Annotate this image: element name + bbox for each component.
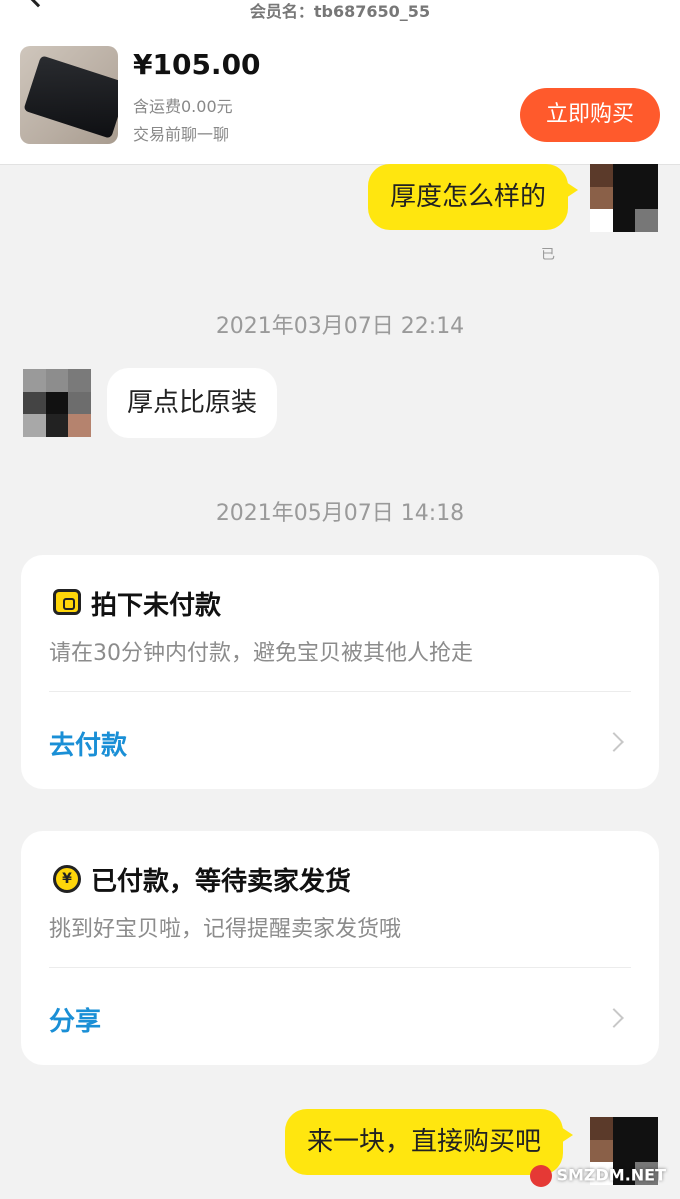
- order-card-unpaid: 拍下未付款 请在30分钟内付款，避免宝贝被其他人抢走 去付款: [21, 555, 659, 789]
- card-description: 挑到好宝贝啦，记得提醒卖家发货哦: [49, 917, 402, 942]
- message-bubble-other[interactable]: 厚点比原装: [107, 368, 278, 438]
- chat-before-trade: 交易前聊一聊: [133, 125, 230, 144]
- divider: [49, 691, 631, 692]
- product-price: ¥105.00: [133, 48, 261, 81]
- message-bubble-mine[interactable]: 厚度怎么样的: [368, 164, 579, 230]
- order-card-paid: ¥ 已付款，等待卖家发货 挑到好宝贝啦，记得提醒卖家发货哦 分享: [21, 831, 659, 1065]
- watermark-logo-icon: [530, 1165, 553, 1187]
- message-bubble-mine[interactable]: 来一块，直接购买吧: [285, 1109, 574, 1175]
- card-description: 请在30分钟内付款，避免宝贝被其他人抢走: [49, 641, 473, 666]
- chevron-right-icon[interactable]: [604, 1008, 624, 1028]
- timestamp: 2021年03月07日 22:14: [215, 314, 465, 339]
- card-title: 已付款，等待卖家发货: [91, 867, 352, 897]
- site-watermark: SMZDM.NET: [530, 1165, 666, 1187]
- divider: [49, 967, 631, 968]
- member-name: 会员名：tb687650_55: [249, 2, 431, 21]
- buy-now-button[interactable]: 立即购买: [520, 88, 660, 142]
- phone-image: [23, 55, 118, 139]
- wallet-icon: [53, 589, 81, 615]
- shipping-fee: 含运费0.00元: [133, 97, 233, 116]
- pay-now-link[interactable]: 去付款: [49, 725, 127, 762]
- read-status: 已: [541, 247, 555, 263]
- product-thumbnail[interactable]: [20, 46, 118, 144]
- coin-icon: ¥: [53, 865, 81, 893]
- share-link[interactable]: 分享: [49, 1001, 101, 1038]
- product-header: 会员名：tb687650_55 ¥105.00 含运费0.00元 交易前聊一聊 …: [0, 0, 680, 165]
- watermark-text: SMZDM.NET: [556, 1165, 666, 1185]
- card-title: 拍下未付款: [91, 591, 222, 621]
- timestamp: 2021年05月07日 14:18: [215, 501, 465, 526]
- my-avatar[interactable]: [590, 164, 658, 232]
- seller-avatar[interactable]: [23, 369, 91, 437]
- chevron-right-icon[interactable]: [604, 732, 624, 752]
